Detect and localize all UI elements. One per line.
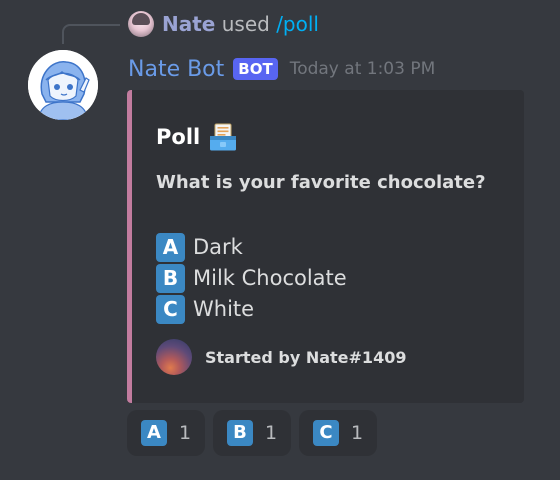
timestamp[interactable]: Today at 1:03 PM xyxy=(290,59,436,79)
poll-option-b: B Milk Chocolate xyxy=(156,263,347,293)
message-view: Nate used /poll Nate Bot BOT Today at 1:… xyxy=(0,0,560,480)
regional-b-icon: B xyxy=(156,263,185,293)
reaction-a[interactable]: A 1 xyxy=(127,410,205,456)
reaction-c[interactable]: C 1 xyxy=(299,410,377,456)
reaction-count: 1 xyxy=(178,422,192,444)
poll-embed: Poll What is your favorite chocolate? A … xyxy=(127,90,524,403)
poll-question: What is your favorite chocolate? xyxy=(156,172,486,193)
author-name[interactable]: Nate Bot xyxy=(128,57,224,82)
reply-command[interactable]: /poll xyxy=(276,12,319,36)
poll-option-c: C White xyxy=(156,294,255,324)
option-label: Dark xyxy=(193,235,243,259)
ballot-box-icon xyxy=(208,122,238,152)
reply-username[interactable]: Nate xyxy=(162,12,215,36)
footer-avatar xyxy=(156,339,192,375)
reply-reference[interactable]: Nate used /poll xyxy=(162,10,319,38)
footer-text: Started by Nate#1409 xyxy=(205,347,407,367)
avatar[interactable] xyxy=(28,50,98,120)
option-label: Milk Chocolate xyxy=(193,266,347,290)
reaction-b[interactable]: B 1 xyxy=(213,410,291,456)
regional-a-icon: A xyxy=(140,420,167,446)
message-header: Nate Bot BOT Today at 1:03 PM xyxy=(128,54,435,84)
reaction-count: 1 xyxy=(350,422,364,444)
reply-spine xyxy=(62,24,120,44)
regional-b-icon: B xyxy=(226,420,253,446)
reactions-bar: A 1 B 1 C 1 xyxy=(127,410,385,456)
embed-title-text: Poll xyxy=(156,125,201,149)
reply-avatar[interactable] xyxy=(128,11,154,37)
regional-c-icon: C xyxy=(156,294,185,324)
reply-used-text: used xyxy=(221,12,270,36)
poll-option-a: A Dark xyxy=(156,232,243,262)
bot-tag: BOT xyxy=(233,58,278,80)
reaction-count: 1 xyxy=(264,422,278,444)
regional-c-icon: C xyxy=(312,420,339,446)
option-label: White xyxy=(193,297,255,321)
regional-a-icon: A xyxy=(156,232,185,262)
embed-footer: Started by Nate#1409 xyxy=(156,339,406,375)
avatar-illustration xyxy=(28,50,98,120)
embed-title: Poll xyxy=(156,122,238,152)
